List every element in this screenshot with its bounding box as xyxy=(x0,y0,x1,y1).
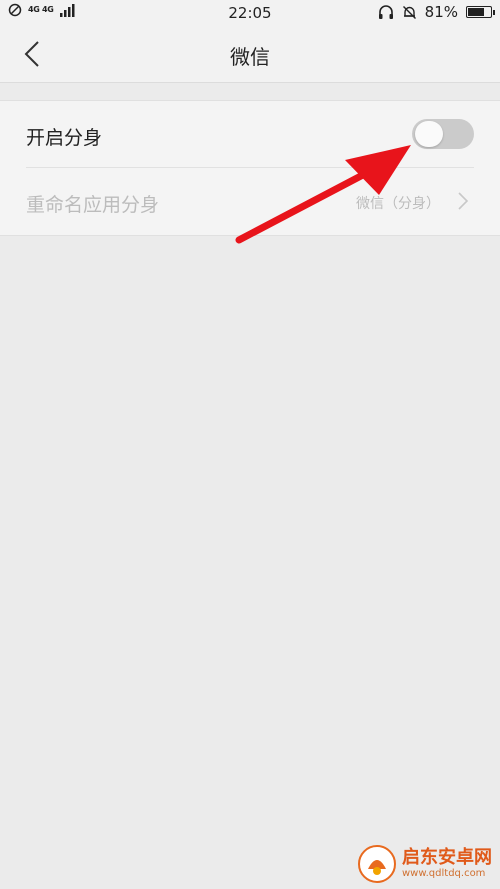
rename-clone-label: 重命名应用分身 xyxy=(26,194,160,216)
settings-card: 开启分身 重命名应用分身 微信（分身） xyxy=(0,100,500,236)
page-title: 微信 xyxy=(230,45,270,69)
enable-clone-row[interactable]: 开启分身 xyxy=(0,101,500,167)
title-bar: 微信 xyxy=(0,26,500,83)
watermark-title: 启东安卓网 xyxy=(402,847,492,868)
battery-percent: 81% xyxy=(424,3,458,21)
battery-fill xyxy=(468,8,484,16)
watermark-text: 启东安卓网 www.qdltdq.com xyxy=(402,848,492,880)
status-right: 81% xyxy=(378,3,495,21)
battery-icon xyxy=(466,6,495,18)
status-bar: 4G 4G 22:05 81% xyxy=(0,0,500,26)
enable-clone-toggle[interactable] xyxy=(412,119,474,149)
watermark-logo-icon xyxy=(358,845,396,883)
bell-muted-icon xyxy=(402,5,416,19)
watermark-url: www.qdltdq.com xyxy=(402,868,486,879)
enable-clone-label: 开启分身 xyxy=(26,127,103,149)
toggle-knob xyxy=(415,121,443,147)
chevron-right-icon xyxy=(458,192,469,210)
headset-icon xyxy=(378,4,393,19)
watermark: 启东安卓网 www.qdltdq.com xyxy=(358,845,492,883)
rename-clone-row[interactable]: 重命名应用分身 微信（分身） xyxy=(0,168,500,234)
rename-clone-value: 微信（分身） xyxy=(356,196,440,212)
